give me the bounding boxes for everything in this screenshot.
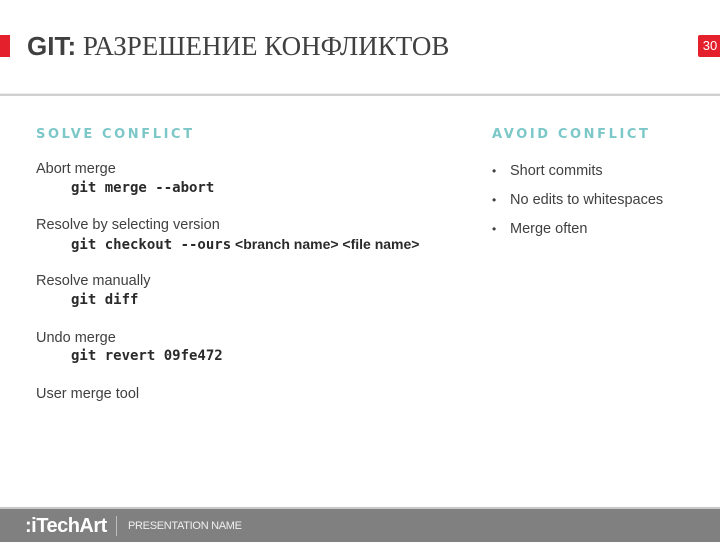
list-item: • Short commits <box>492 160 663 189</box>
resolve-version-label: Resolve by selecting version <box>36 217 220 233</box>
bullet-icon: • <box>492 164 497 178</box>
undo-merge-command: git revert 09fe472 <box>71 348 223 364</box>
merge-tool-label: User merge tool <box>36 386 140 402</box>
title-text: РАЗРЕШЕНИЕ КОНФЛИКТОВ <box>76 31 450 61</box>
command-text: git revert 09fe472 <box>71 348 223 364</box>
list-item-text: Short commits <box>510 163 603 179</box>
slide-title: GIT: РАЗРЕШЕНИЕ КОНФЛИКТОВ <box>27 28 449 64</box>
list-item: • Merge often <box>492 218 663 247</box>
list-item-text: Merge often <box>510 221 588 237</box>
undo-merge-label: Undo merge <box>36 330 116 346</box>
avoid-conflict-list: • Short commits • No edits to whitespaces … <box>492 160 663 247</box>
header-divider <box>0 93 720 96</box>
resolve-version-command: git checkout --ours <branch name> <file … <box>71 236 419 253</box>
command-args: <branch name> <file name> <box>231 236 420 252</box>
solve-conflict-heading: SOLVE CONFLICT <box>36 127 195 142</box>
list-item-text: No edits to whitespaces <box>510 192 664 208</box>
command-text: git checkout --ours <box>71 237 232 253</box>
title-prefix: GIT: <box>27 31 77 61</box>
list-item: • No edits to whitespaces <box>492 189 663 218</box>
footer-bar: :iTechArt PRESENTATION NAME <box>0 507 720 542</box>
resolve-manually-command: git diff <box>71 292 138 308</box>
footer-separator <box>116 516 117 536</box>
page-number-badge: 30 <box>698 35 720 57</box>
command-text: git merge --abort <box>71 180 215 196</box>
abort-merge-label: Abort merge <box>36 161 116 177</box>
avoid-conflict-heading: AVOID CONFLICT <box>492 127 651 142</box>
itechart-logo: :iTechArt <box>25 515 107 537</box>
presentation-name: PRESENTATION NAME <box>128 520 242 532</box>
resolve-manually-label: Resolve manually <box>36 273 151 289</box>
title-accent-bar <box>0 35 10 57</box>
bullet-icon: • <box>492 222 497 236</box>
command-text: git diff <box>71 292 139 308</box>
abort-merge-command: git merge --abort <box>71 180 214 196</box>
bullet-icon: • <box>492 193 497 207</box>
